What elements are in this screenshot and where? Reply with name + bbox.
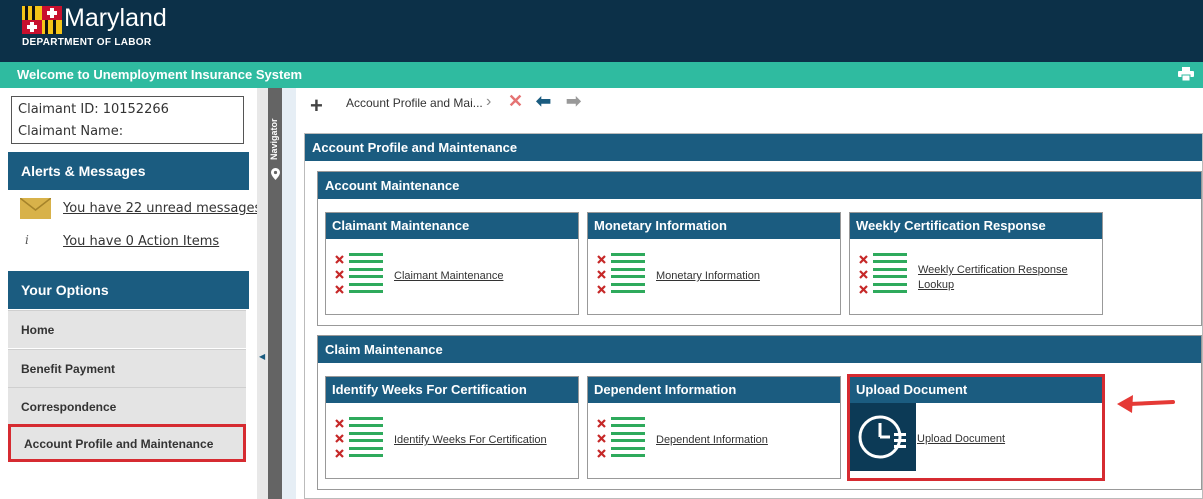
chevron-right-icon: › xyxy=(486,93,492,110)
back-arrow-icon[interactable]: ⬅ xyxy=(536,91,551,112)
card-link[interactable]: Monetary Information xyxy=(656,269,760,284)
card-title: Weekly Certification Response xyxy=(850,213,1102,239)
site-header: Maryland DEPARTMENT OF LABOR xyxy=(0,0,1203,62)
forward-arrow-icon[interactable]: ➡ xyxy=(566,91,581,112)
card-title: Identify Weeks For Certification xyxy=(326,377,578,403)
checklist-icon xyxy=(597,253,645,294)
welcome-text: Welcome to Unemployment Insurance System xyxy=(17,67,303,82)
alerts-header: Alerts & Messages xyxy=(8,152,249,190)
navigator-tab[interactable]: Navigator xyxy=(268,88,282,499)
pointer-arrow-icon xyxy=(1117,395,1175,413)
printer-icon[interactable] xyxy=(1178,67,1194,81)
card-link[interactable]: Weekly Certification Response Lookup xyxy=(918,263,1068,293)
checklist-icon xyxy=(335,253,383,294)
card-monetary-information[interactable]: Monetary Information Monetary Informatio… xyxy=(587,212,841,315)
checklist-icon xyxy=(597,417,645,458)
card-link[interactable]: Claimant Maintenance xyxy=(394,269,503,284)
claimant-id: Claimant ID: 10152266 xyxy=(18,102,169,117)
sidebar-splitter[interactable]: ◀ xyxy=(257,88,268,499)
upload-document-icon xyxy=(850,403,916,471)
add-tab-icon[interactable]: + xyxy=(310,93,323,119)
card-title: Claimant Maintenance xyxy=(326,213,578,239)
info-icon: i xyxy=(25,233,29,247)
content-gutter xyxy=(282,88,296,499)
toolbar: + Account Profile and Mai... › ✕ ⬅ ➡ xyxy=(296,88,1203,122)
unread-messages-link[interactable]: You have 22 unread messages xyxy=(63,201,261,216)
card-weekly-certification-response[interactable]: Weekly Certification Response Weekly Cer… xyxy=(849,212,1103,315)
checklist-icon xyxy=(859,253,907,294)
claim-maintenance-title: Claim Maintenance xyxy=(318,336,1201,363)
options-header: Your Options xyxy=(8,271,249,309)
account-profile-section: Account Profile and Maintenance Account … xyxy=(304,133,1203,499)
location-pin-icon xyxy=(271,168,280,180)
checklist-icon xyxy=(335,417,383,458)
section-title: Account Profile and Maintenance xyxy=(305,134,1202,161)
card-link-line-2: Lookup xyxy=(918,279,955,291)
brand-name: Maryland xyxy=(64,4,167,32)
welcome-bar: Welcome to Unemployment Insurance System xyxy=(0,62,1203,88)
option-account-profile[interactable]: Account Profile and Maintenance xyxy=(8,424,246,462)
card-dependent-information[interactable]: Dependent Information Dependent Informat… xyxy=(587,376,841,479)
maryland-flag-icon xyxy=(22,6,62,34)
upload-document-link[interactable]: Upload Document xyxy=(917,433,1005,445)
collapse-arrow-icon[interactable]: ◀ xyxy=(259,352,265,361)
card-identify-weeks[interactable]: Identify Weeks For Certification Identif… xyxy=(325,376,579,479)
card-link-line-1: Weekly Certification Response xyxy=(918,264,1068,276)
navigator-label: Navigator xyxy=(269,118,279,160)
card-upload-document[interactable]: Upload Document Upload Document xyxy=(847,374,1105,481)
brand-subtitle: DEPARTMENT OF LABOR xyxy=(22,37,152,48)
breadcrumb[interactable]: Account Profile and Mai... xyxy=(346,96,483,110)
envelope-icon xyxy=(20,198,51,219)
option-benefit-payment[interactable]: Benefit Payment xyxy=(8,349,246,387)
card-title: Dependent Information xyxy=(588,377,840,403)
claim-maintenance-section: Claim Maintenance Identify Weeks For Cer… xyxy=(317,335,1202,490)
close-icon[interactable]: ✕ xyxy=(508,91,523,112)
card-title: Monetary Information xyxy=(588,213,840,239)
action-items-link[interactable]: You have 0 Action Items xyxy=(63,234,219,249)
account-maintenance-section: Account Maintenance Claimant Maintenance… xyxy=(317,171,1202,326)
option-home[interactable]: Home xyxy=(8,310,246,348)
card-claimant-maintenance[interactable]: Claimant Maintenance Claimant Maintenanc… xyxy=(325,212,579,315)
card-link[interactable]: Identify Weeks For Certification xyxy=(394,433,547,448)
claimant-name: Claimant Name: xyxy=(18,124,124,139)
card-title: Upload Document xyxy=(850,377,1102,403)
clock-document-icon xyxy=(858,415,906,459)
main-content: + Account Profile and Mai... › ✕ ⬅ ➡ Acc… xyxy=(296,88,1203,499)
account-maintenance-title: Account Maintenance xyxy=(318,172,1201,199)
claimant-info-box: Claimant ID: 10152266 Claimant Name: xyxy=(11,96,244,144)
card-link[interactable]: Dependent Information xyxy=(656,433,768,448)
left-sidebar: Claimant ID: 10152266 Claimant Name: Ale… xyxy=(0,88,261,499)
option-correspondence[interactable]: Correspondence xyxy=(8,387,246,425)
